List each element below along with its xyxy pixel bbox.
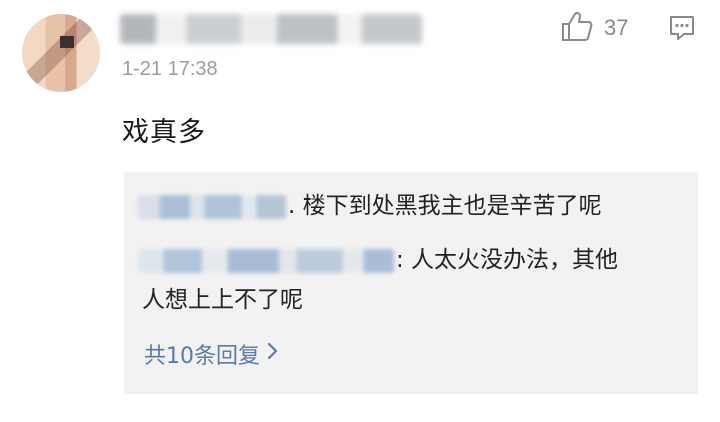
- reply-item[interactable]: : 人太火没办法，其他: [138, 240, 618, 280]
- comment-timestamp: 1-21 17:38: [122, 58, 218, 80]
- reply-button[interactable]: [668, 14, 696, 46]
- username-blurred[interactable]: [120, 14, 422, 44]
- thumbs-up-icon: [560, 10, 594, 46]
- comment-bubble-icon: [668, 16, 696, 46]
- reply-text: . 楼下到处黑我主也是辛苦了呢: [288, 193, 602, 219]
- reply-username-blurred[interactable]: [138, 194, 286, 219]
- like-button[interactable]: 37: [560, 10, 629, 46]
- reply-text: : 人太火没办法，其他: [396, 247, 619, 273]
- like-count: 37: [604, 15, 629, 40]
- reply-item-continuation: 人想上上不了呢: [142, 280, 303, 320]
- comment-text: 戏真多: [122, 117, 206, 148]
- replies-box: . 楼下到处黑我主也是辛苦了呢 : 人太火没办法，其他 人想上上不了呢 共10条…: [124, 172, 698, 394]
- reply-item[interactable]: . 楼下到处黑我主也是辛苦了呢: [138, 186, 602, 226]
- chevron-right-icon: [266, 341, 280, 367]
- reply-username-blurred[interactable]: [138, 248, 394, 273]
- reply-text: 人想上上不了呢: [142, 287, 303, 313]
- avatar[interactable]: [22, 14, 100, 92]
- more-replies-link[interactable]: 共10条回复: [144, 338, 280, 370]
- more-replies-label: 共10条回复: [144, 344, 260, 369]
